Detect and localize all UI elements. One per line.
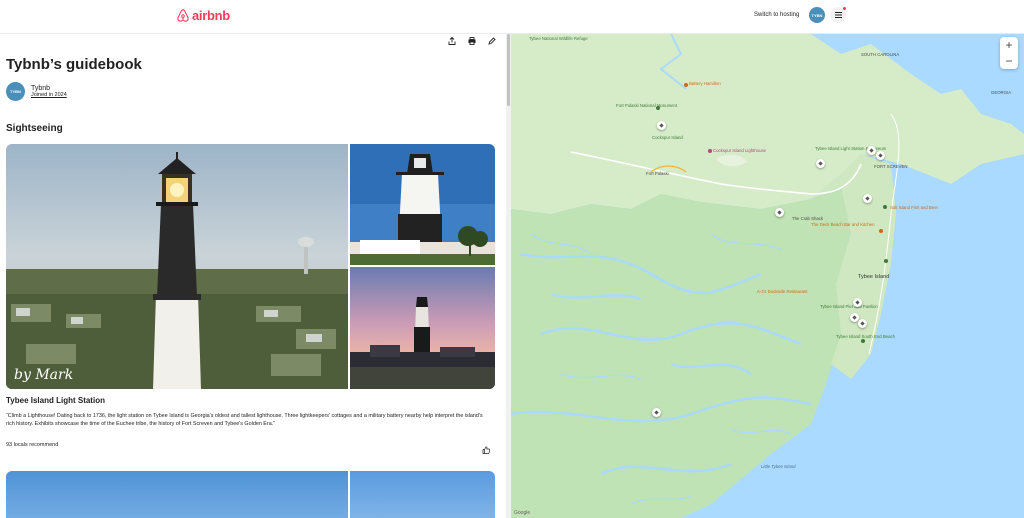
lighthouse-aerial-image — [6, 144, 348, 389]
poi-dot — [884, 259, 888, 263]
map-marker[interactable] — [775, 208, 784, 217]
next-place-photo-main[interactable] — [6, 471, 348, 518]
page-title: Tybnb’s guidebook — [6, 56, 142, 73]
guidebook-toolbar — [448, 37, 496, 45]
lighthouse-aerial-photo[interactable]: by Mark — [6, 144, 348, 389]
airbnb-logo[interactable]: airbnb — [176, 8, 230, 23]
scrollbar-thumb[interactable] — [507, 34, 510, 106]
place-description: “Climb a Lighthouse! Dating back to 1736… — [6, 413, 483, 428]
airbnb-belo-icon — [177, 9, 189, 22]
map-label[interactable]: Tybee National Wildlife Refuge — [529, 36, 588, 41]
poi-dot — [861, 339, 865, 343]
next-place-photo-side[interactable] — [350, 471, 495, 518]
map-label[interactable]: Salt Island Fish and Beer — [890, 205, 938, 210]
map-marker[interactable] — [867, 146, 876, 155]
map-marker[interactable] — [657, 121, 666, 130]
map-marker[interactable] — [876, 151, 885, 160]
lighthouse-sunset-image — [350, 267, 495, 389]
author-joined-link[interactable]: Joined in 2024 — [31, 92, 67, 98]
print-button[interactable] — [468, 37, 476, 45]
map-label[interactable]: Tybee Island Pier and Pavilion — [820, 304, 878, 309]
map-view[interactable]: + − Battery Hamilton Fort Pulaski Nation… — [511, 34, 1024, 518]
poi-dot — [684, 83, 688, 87]
map-label[interactable]: Fort Pulaski National Monument — [616, 103, 677, 108]
map-attribution: Google — [514, 510, 531, 516]
notification-dot — [843, 7, 846, 10]
print-icon — [468, 37, 476, 45]
author-name: Tybnb — [31, 85, 51, 92]
map-base — [511, 34, 1024, 518]
map-marker[interactable] — [858, 319, 867, 328]
user-avatar[interactable]: TYBN — [809, 7, 825, 23]
place-title[interactable]: Tybee Island Light Station — [6, 396, 105, 405]
map-marker[interactable] — [853, 298, 862, 307]
poi-dot — [879, 229, 883, 233]
share-icon — [448, 37, 456, 45]
lighthouse-day-image — [350, 144, 495, 265]
switch-to-hosting-link[interactable]: Switch to hosting — [748, 10, 805, 20]
map-label[interactable]: Battery Hamilton — [689, 81, 721, 86]
zoom-in-button[interactable]: + — [1000, 37, 1018, 53]
hamburger-icon — [834, 12, 842, 18]
map-marker[interactable] — [816, 159, 825, 168]
map-label[interactable]: FORT SCREVEN — [874, 164, 908, 169]
map-marker[interactable] — [863, 194, 872, 203]
map-label[interactable]: The Deck Beach Bar and Kitchen — [811, 222, 875, 227]
zoom-controls: + − — [1000, 37, 1018, 69]
edit-button[interactable] — [488, 37, 496, 45]
map-label[interactable]: Cockspur Island Lighthouse — [713, 148, 766, 153]
share-button[interactable] — [448, 37, 456, 45]
thumbs-up-icon — [482, 446, 490, 454]
lighthouse-day-photo[interactable] — [350, 144, 495, 265]
map-label[interactable]: Cockspur Island — [652, 135, 683, 140]
map-label[interactable]: Tybee Island South End Beach — [836, 334, 895, 339]
photographer-signature: by Mark — [14, 367, 74, 383]
locals-recommend-count: 93 locals recommend — [6, 442, 59, 448]
map-label: Little Tybee Island — [761, 464, 796, 469]
map-label: Tybee Island — [858, 274, 890, 280]
author-info: TYBN Tybnb Joined in 2024 — [6, 82, 67, 101]
map-marker[interactable] — [652, 408, 661, 417]
next-place-gallery[interactable] — [6, 471, 495, 518]
zoom-out-button[interactable]: − — [1000, 53, 1018, 69]
poi-dot — [708, 149, 712, 153]
lighthouse-sunset-photo[interactable] — [350, 267, 495, 389]
poi-dot — [883, 205, 887, 209]
save-button[interactable] — [482, 441, 490, 454]
map-label: GEORGIA — [991, 90, 1012, 95]
top-nav: airbnb Switch to hosting TYBN — [0, 0, 1024, 34]
map-label[interactable]: The Crab Shack — [792, 216, 823, 221]
author-avatar[interactable]: TYBN — [6, 82, 25, 101]
guidebook-panel: Tybnb’s guidebook TYBN Tybnb Joined in 2… — [0, 34, 506, 518]
section-title: Sightseeing — [6, 123, 63, 134]
place-photo-gallery[interactable]: by Mark — [6, 144, 495, 389]
brand-wordmark: airbnb — [192, 8, 230, 23]
map-label[interactable]: A-J's Dockside Restaurant — [757, 289, 808, 294]
pencil-icon — [488, 37, 496, 45]
map-label: SOUTH CAROLINA — [861, 52, 900, 57]
map-label[interactable]: Fort Pulaski — [646, 171, 669, 176]
